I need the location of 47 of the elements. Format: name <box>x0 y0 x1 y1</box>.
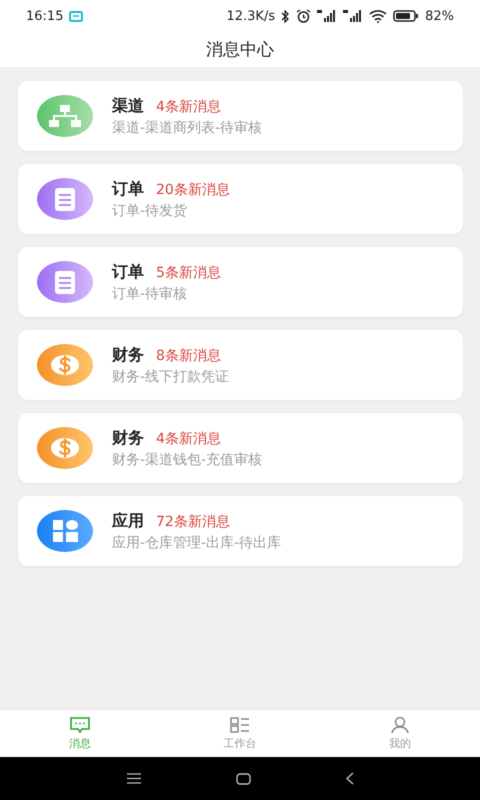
battery-percent: 82% <box>425 8 454 24</box>
message-card[interactable]: 订单 20条新消息 订单-待发货 <box>18 164 463 234</box>
home-icon[interactable] <box>236 772 250 784</box>
dollar-icon <box>37 344 93 386</box>
battery-icon <box>393 10 420 22</box>
bluetooth-icon <box>281 10 290 22</box>
signal-icon <box>317 10 338 22</box>
signal-icon <box>343 10 364 22</box>
alarm-icon <box>296 9 312 23</box>
message-icon <box>69 10 84 22</box>
person-icon <box>389 716 411 734</box>
message-card[interactable]: 订单 5条新消息 订单-待审核 <box>18 247 463 317</box>
message-category: 财务 <box>112 344 144 366</box>
chat-icon <box>69 716 91 734</box>
back-icon[interactable] <box>346 772 354 785</box>
network-icon <box>37 95 93 137</box>
message-detail: 财务-线下打款凭证 <box>112 368 230 386</box>
message-detail: 应用-仓库管理-出库-待出库 <box>112 534 282 552</box>
workbench-icon <box>229 716 251 734</box>
notepad-icon <box>37 178 93 220</box>
message-card[interactable]: 应用 72条新消息 应用-仓库管理-出库-待出库 <box>18 496 463 566</box>
message-detail: 渠道-渠道商列表-待审核 <box>112 118 262 136</box>
new-message-count: 20条新消息 <box>156 180 230 198</box>
new-message-count: 4条新消息 <box>156 430 221 448</box>
wifi-icon <box>369 10 388 22</box>
notepad-icon <box>37 261 93 303</box>
message-detail: 财务-渠道钱包-充值审核 <box>112 450 262 468</box>
message-detail: 订单-待发货 <box>112 202 188 220</box>
new-message-count: 5条新消息 <box>156 264 221 282</box>
apps-icon <box>37 510 93 552</box>
new-message-count: 8条新消息 <box>156 346 221 364</box>
menu-icon[interactable] <box>126 773 140 784</box>
message-card[interactable]: 财务 8条新消息 财务-线下打款凭证 <box>18 330 463 400</box>
status-time: 16:15 <box>26 8 64 24</box>
message-category: 财务 <box>112 428 144 448</box>
new-message-count: 72条新消息 <box>156 512 230 530</box>
message-category: 应用 <box>112 510 144 532</box>
new-message-count: 4条新消息 <box>156 98 221 116</box>
page-title: 消息中心 <box>206 39 274 61</box>
dollar-icon <box>37 427 93 469</box>
message-category: 订单 <box>112 178 144 200</box>
message-category: 订单 <box>112 262 144 282</box>
message-card[interactable]: 渠道 4条新消息 渠道-渠道商列表-待审核 <box>18 81 463 151</box>
message-card[interactable]: 财务 4条新消息 财务-渠道钱包-充值审核 <box>18 413 463 483</box>
message-category: 渠道 <box>112 96 144 116</box>
message-detail: 订单-待审核 <box>112 284 188 302</box>
network-speed: 12.3K/s <box>226 8 276 24</box>
